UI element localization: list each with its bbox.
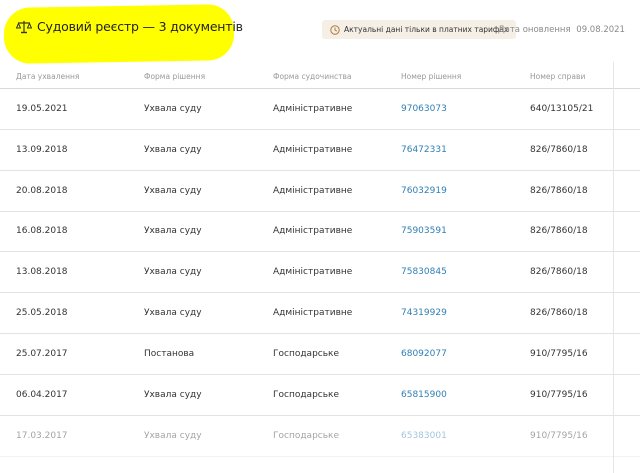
date-cell: 25.07.2017 [16,349,68,359]
case-number-cell: 826/7860/18 [530,145,588,155]
proceeding-cell: Адміністративне [273,226,353,236]
table-row[interactable]: 20.08.2018 Ухвала суду Адміністративне 7… [0,171,640,212]
proceeding-cell: Адміністративне [273,308,353,318]
column-header[interactable]: Номер справи [530,72,585,81]
proceeding-cell: Адміністративне [273,186,353,196]
page-title: Судовий реєстр — 3 документів [37,19,243,34]
decision-number-link[interactable]: 68092077 [401,349,447,359]
table-row[interactable]: 17.03.2017 Ухвала суду Господарське 6538… [0,416,640,457]
badge-text: Актуальні дані тільки в платних тарифах [344,25,509,34]
proceeding-cell: Господарське [273,390,340,400]
proceeding-cell: Адміністративне [273,267,353,277]
form-cell: Постанова [144,349,195,359]
proceeding-cell: Адміністративне [273,104,353,114]
paid-plans-badge[interactable]: Актуальні дані тільки в платних тарифах [322,20,517,39]
table-row[interactable]: 25.07.2017 Постанова Господарське 680920… [0,334,640,375]
case-number-cell: 640/13105/21 [530,104,594,114]
form-cell: Ухвала суду [144,390,202,400]
column-header[interactable]: Номер рішення [401,72,461,81]
title-group: Судовий реєстр — 3 документів [16,19,243,34]
date-cell: 13.08.2018 [16,267,68,277]
page-header: Судовий реєстр — 3 документів Актуальні … [0,0,640,62]
form-cell: Ухвала суду [144,226,202,236]
case-number-cell: 910/7795/16 [530,390,588,400]
proceeding-cell: Господарське [273,349,340,359]
date-cell: 06.04.2017 [16,390,68,400]
decision-number-link[interactable]: 76032919 [401,186,447,196]
decision-number-link[interactable]: 74319929 [401,308,447,318]
table-row[interactable]: 19.05.2021 Ухвала суду Адміністративне 9… [0,89,640,130]
form-cell: Ухвала суду [144,104,202,114]
decision-number-link[interactable]: 65815900 [401,390,447,400]
case-number-cell: 826/7860/18 [530,267,588,277]
table-row[interactable]: 25.05.2018 Ухвала суду Адміністративне 7… [0,293,640,334]
update-date: 09.08.2021 [576,25,625,35]
table-row[interactable]: 13.08.2018 Ухвала суду Адміністративне 7… [0,252,640,293]
update-label: Дата оновлення [498,25,571,35]
decision-number-link[interactable]: 75830845 [401,267,447,277]
date-cell: 16.08.2018 [16,226,68,236]
case-number-cell: 910/7795/16 [530,349,588,359]
date-cell: 13.09.2018 [16,145,68,155]
case-number-cell: 826/7860/18 [530,308,588,318]
table-row[interactable]: 13.09.2018 Ухвала суду Адміністративне 7… [0,130,640,171]
date-cell: 20.08.2018 [16,186,68,196]
table-header: Дата ухвалення Форма рішення Форма судоч… [0,66,640,89]
form-cell: Ухвала суду [144,186,202,196]
case-number-cell: 910/7795/16 [530,431,588,441]
decision-number-link[interactable]: 65383001 [401,431,447,441]
decision-number-link[interactable]: 76472331 [401,145,447,155]
clock-icon [330,24,340,35]
decision-number-link[interactable]: 97063073 [401,104,447,114]
column-header[interactable]: Форма судочинства [273,72,352,81]
form-cell: Ухвала суду [144,145,202,155]
date-cell: 25.05.2018 [16,308,68,318]
form-cell: Ухвала суду [144,431,202,441]
date-cell: 19.05.2021 [16,104,68,114]
form-cell: Ухвала суду [144,267,202,277]
case-number-cell: 826/7860/18 [530,186,588,196]
column-header[interactable]: Форма рішення [144,72,205,81]
form-cell: Ухвала суду [144,308,202,318]
column-header[interactable]: Дата ухвалення [16,72,79,81]
date-cell: 17.03.2017 [16,431,68,441]
table-row[interactable]: 16.08.2018 Ухвала суду Адміністративне 7… [0,211,640,252]
proceeding-cell: Адміністративне [273,145,353,155]
scales-icon [16,20,32,33]
proceeding-cell: Господарське [273,431,340,441]
decision-number-link[interactable]: 75903591 [401,226,447,236]
update-info: Дата оновлення 09.08.2021 [498,25,625,35]
case-number-cell: 826/7860/18 [530,226,588,236]
table-row[interactable]: 06.04.2017 Ухвала суду Господарське 6581… [0,375,640,416]
